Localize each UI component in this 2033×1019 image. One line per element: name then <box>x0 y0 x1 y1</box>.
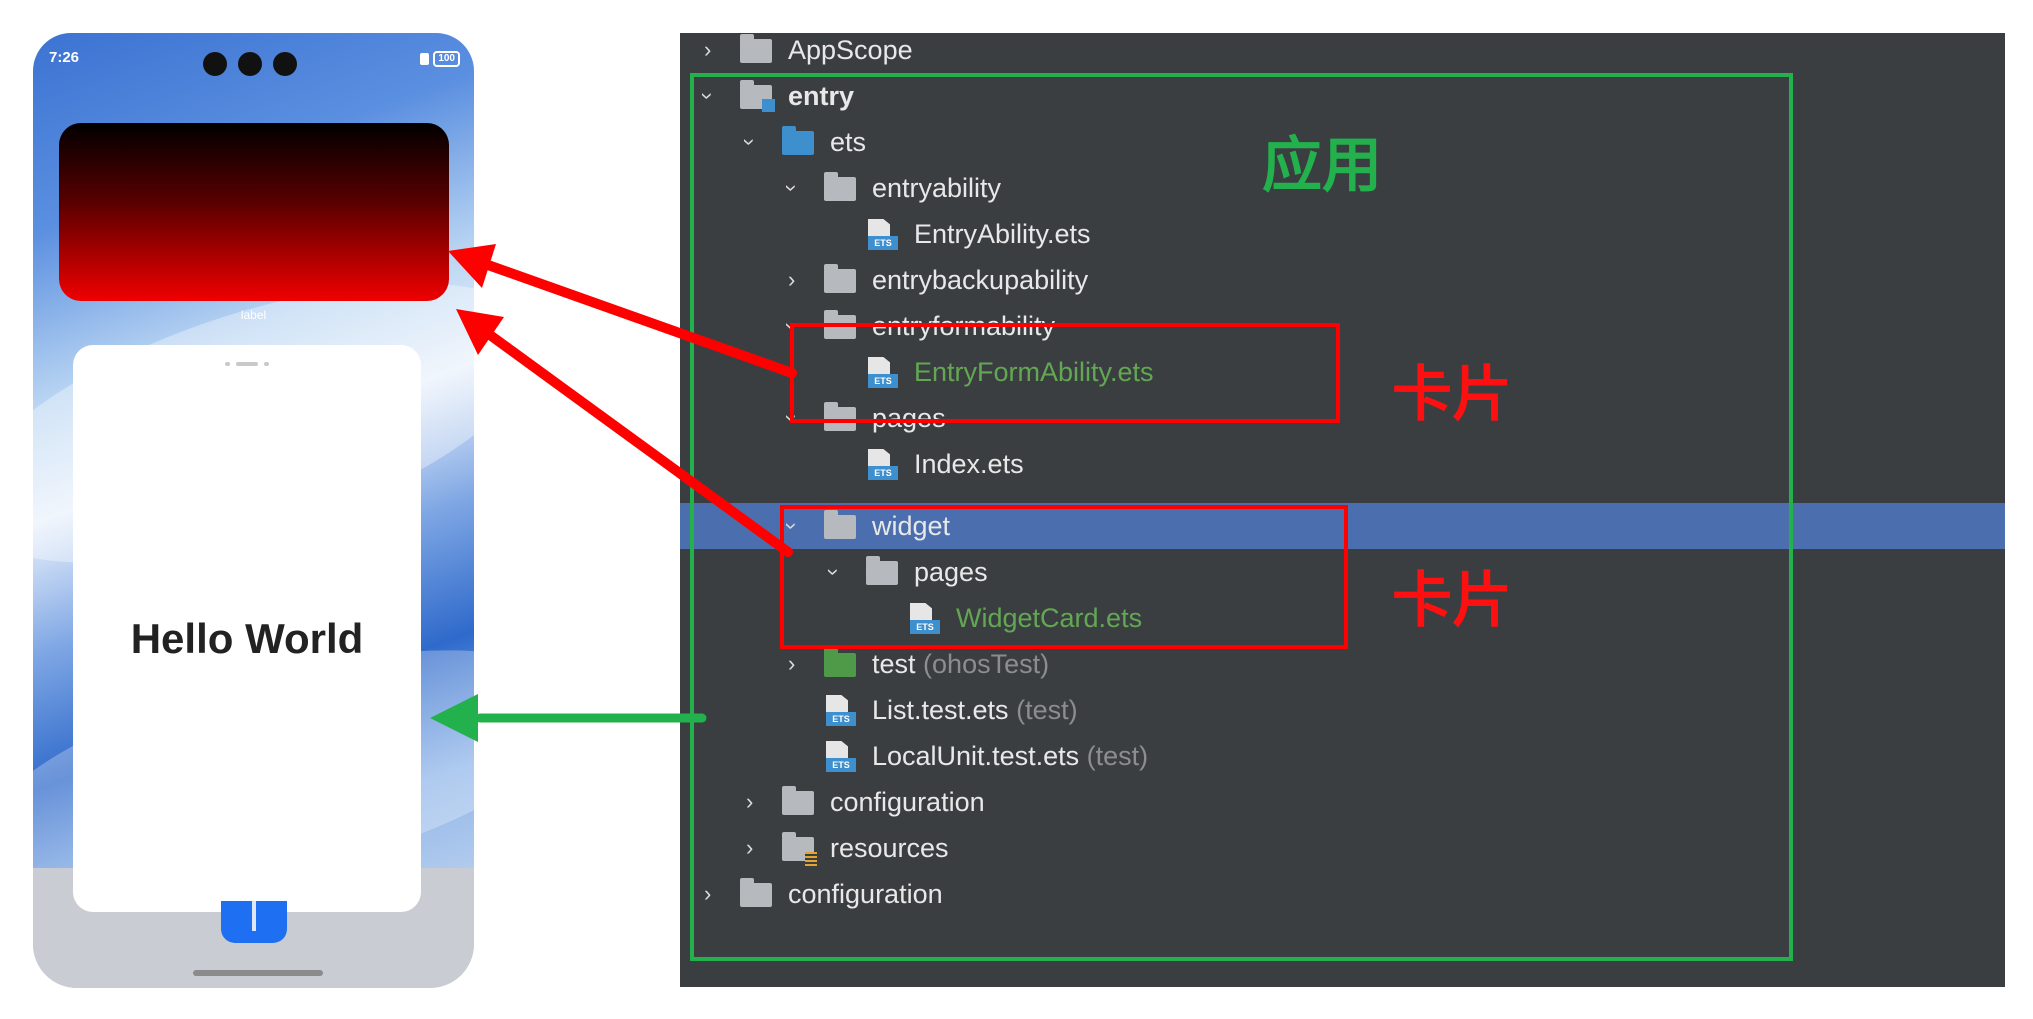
red-arrow-to-gradient-card <box>448 244 797 378</box>
green-arrow-to-widget-card <box>430 694 707 742</box>
red-arrow-to-card-label <box>456 309 793 557</box>
annotation-arrows <box>430 244 797 742</box>
